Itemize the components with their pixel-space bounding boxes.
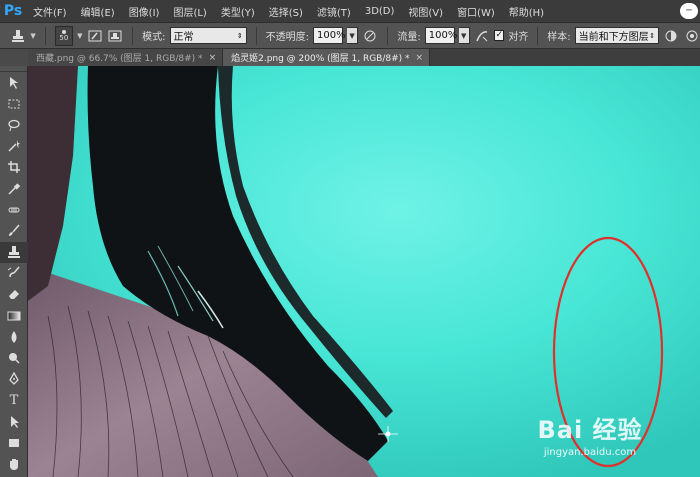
ignore-adjustment-icon[interactable] — [663, 27, 679, 45]
mode-select[interactable]: 正常 ⇕ — [169, 27, 247, 44]
tab-xizang[interactable]: 西藏.png @ 66.7% (图层 1, RGB/8#) * × — [28, 49, 224, 66]
sample-label: 样本: — [547, 32, 571, 43]
close-icon[interactable]: × — [416, 53, 424, 63]
menu-window[interactable]: 窗口(W) — [450, 4, 502, 19]
photoshop-logo: Ps — [3, 3, 23, 19]
menu-image[interactable]: 图像(I) — [122, 4, 167, 19]
move-icon[interactable] — [0, 72, 28, 93]
menu-bar: Ps 文件(F) 编辑(E) 图像(I) 图层(L) 类型(Y) 选择(S) 滤… — [0, 0, 700, 22]
lasso-icon[interactable] — [0, 114, 28, 135]
aligned-label: 对齐 — [508, 32, 529, 43]
brush-size-value: 50 — [59, 33, 69, 42]
menu-file[interactable]: 文件(F) — [26, 4, 74, 19]
opacity-field[interactable]: 100% — [313, 27, 346, 44]
clone-stamp-icon[interactable] — [0, 241, 28, 263]
updown-icon: ⇕ — [649, 31, 656, 40]
dodge-icon[interactable] — [0, 347, 28, 368]
menu-view[interactable]: 视图(V) — [401, 4, 450, 19]
menu-layer[interactable]: 图层(L) — [166, 4, 213, 19]
tab-label: 焰灵姬2.png @ 200% (图层 1, RGB/8#) * — [231, 54, 410, 64]
menu-help[interactable]: 帮助(H) — [502, 4, 551, 19]
brush-size-picker[interactable]: 50 — [54, 25, 74, 46]
options-bar: ▼ 50 ▼ 模式: 正常 ⇕ 不透明度: 100% ▼ 流量: 100% ▼ … — [0, 22, 700, 49]
marquee-icon[interactable] — [0, 93, 28, 114]
minimize-icon[interactable]: ─ — [680, 3, 698, 19]
menu-filter[interactable]: 滤镜(T) — [310, 4, 358, 19]
chevron-down-icon[interactable]: ▼ — [77, 32, 82, 40]
clone-source-icon[interactable] — [107, 27, 123, 45]
flow-label: 流量: — [397, 32, 421, 43]
rectangle-icon[interactable] — [0, 432, 28, 453]
brush-panel-icon[interactable] — [86, 27, 102, 45]
menu-select[interactable]: 选择(S) — [262, 4, 310, 19]
brush-icon[interactable] — [0, 220, 28, 241]
menu-edit[interactable]: 编辑(E) — [74, 4, 122, 19]
clone-stamp-preset-icon[interactable] — [10, 27, 26, 45]
path-selection-icon[interactable] — [0, 411, 28, 432]
document-tabs: 西藏.png @ 66.7% (图层 1, RGB/8#) * × 焰灵姬2.p… — [28, 49, 700, 66]
flow-field[interactable]: 100% — [424, 27, 457, 44]
document-canvas[interactable]: Bai 经验 jingyan.baidu.com — [28, 66, 700, 477]
tools-panel: T — [0, 66, 28, 477]
menu-type[interactable]: 类型(Y) — [214, 4, 262, 19]
crop-icon[interactable] — [0, 157, 28, 178]
flow-dropdown-icon[interactable]: ▼ — [458, 27, 470, 44]
pen-icon[interactable] — [0, 369, 28, 390]
magic-wand-icon[interactable] — [0, 136, 28, 157]
healing-brush-icon[interactable] — [0, 199, 28, 220]
blur-icon[interactable] — [0, 326, 28, 347]
sample-value: 当前和下方图层 — [578, 32, 649, 43]
opacity-label: 不透明度: — [265, 32, 310, 43]
pressure-opacity-icon[interactable] — [362, 27, 378, 45]
tab-label: 西藏.png @ 66.7% (图层 1, RGB/8#) * — [36, 54, 203, 64]
pressure-size-icon[interactable] — [684, 27, 700, 45]
sample-select[interactable]: 当前和下方图层 ⇕ — [574, 27, 660, 44]
eyedropper-icon[interactable] — [0, 178, 28, 199]
updown-icon: ⇕ — [236, 31, 243, 40]
history-brush-icon[interactable] — [0, 263, 28, 284]
menu-3d[interactable]: 3D(D) — [358, 6, 402, 17]
close-icon[interactable]: × — [209, 53, 217, 63]
canvas-image — [28, 66, 700, 477]
chevron-down-icon[interactable]: ▼ — [30, 32, 35, 40]
tab-yanlingji[interactable]: 焰灵姬2.png @ 200% (图层 1, RGB/8#) * × — [223, 49, 431, 66]
aligned-checkbox[interactable]: ✓ — [494, 30, 505, 41]
mode-value: 正常 — [173, 32, 194, 43]
hand-icon[interactable] — [0, 453, 28, 474]
airbrush-icon[interactable] — [474, 27, 490, 45]
eraser-icon[interactable] — [0, 284, 28, 305]
mode-label: 模式: — [142, 32, 166, 43]
gradient-icon[interactable] — [0, 305, 28, 326]
opacity-dropdown-icon[interactable]: ▼ — [347, 27, 359, 44]
type-icon[interactable]: T — [0, 390, 28, 411]
